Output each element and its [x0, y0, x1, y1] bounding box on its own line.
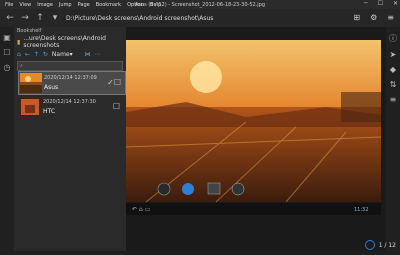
item-name: Asus — [44, 84, 59, 91]
up-arrow-icon[interactable]: ↑ — [34, 51, 39, 58]
image-viewer[interactable]: ↶ ⌂ ▭ 11:32 — [125, 27, 386, 251]
item-name: HTC — [43, 108, 56, 115]
bookmark-icon[interactable]: ◆ — [386, 65, 400, 74]
thumbnail-image — [19, 97, 41, 117]
folder-icon[interactable]: ▣ — [0, 33, 14, 42]
thumbnail-image — [20, 73, 42, 93]
back-arrow-icon[interactable]: ← — [5, 13, 15, 23]
up-arrow-icon[interactable]: ↑ — [35, 13, 45, 23]
list-icon[interactable]: ≡ — [386, 95, 400, 104]
title-bar: File View Image Jump Page Bookmark Optio… — [0, 0, 400, 9]
item-date: 2020/12/14 12:37:09 — [44, 75, 97, 81]
screenshot-image: ↶ ⌂ ▭ 11:32 — [125, 27, 386, 251]
refresh-icon[interactable]: ↻ — [43, 51, 48, 58]
page-counter: 1 / 12 — [378, 241, 396, 249]
menu-icon[interactable]: ≡ — [387, 13, 394, 22]
bookshelf-path[interactable]: ...ure\Desk screens\Android screenshots — [23, 35, 123, 49]
bookshelf-tools: ⌂ ← ↑ ↻ Name▾ ⋈ ⋯ — [14, 49, 126, 59]
sort-button[interactable]: Name▾ — [52, 51, 73, 58]
more-icon[interactable]: ⋯ — [95, 51, 101, 58]
close-icon[interactable]: ✕ — [393, 0, 398, 7]
home-icon[interactable]: ⌂ — [17, 51, 21, 58]
history-icon[interactable]: ◷ — [0, 63, 14, 72]
settings-icon[interactable]: ⚙ — [370, 13, 377, 22]
navigate-icon[interactable]: ➤ — [386, 50, 400, 59]
share-icon[interactable]: ⋈ — [85, 51, 91, 58]
check-icon[interactable]: ✓☐ — [107, 78, 121, 87]
back-arrow-icon[interactable]: ← — [25, 51, 30, 58]
history-icon[interactable]: ▾ — [50, 13, 60, 23]
search-input[interactable]: ⌕ — [17, 61, 123, 71]
bookshelf-panel: Bookshelf ▮ ...ure\Desk screens\Android … — [14, 27, 126, 251]
info-icon[interactable]: ⓘ — [386, 33, 400, 44]
toolbar: ← → ↑ ▾ D:\Picture\Desk screens\Android … — [0, 9, 400, 27]
checkbox-icon[interactable]: ☐ — [113, 102, 120, 111]
window-title: Asus (1 / 12) - Screenshot_2012-06-18-23… — [134, 1, 266, 8]
forward-arrow-icon[interactable]: → — [20, 13, 30, 23]
list-item[interactable]: 2020/12/14 12:37:09 Asus ✓☐ — [18, 71, 126, 95]
maximize-icon[interactable]: ☐ — [378, 0, 383, 7]
status-bar: 1 / 12 — [356, 239, 400, 251]
right-rail: ⓘ ➤ ◆ ⇅ ≡ — [386, 27, 400, 251]
item-date: 2020/12/14 12:37:30 — [43, 99, 96, 105]
bookshelf-title: Bookshelf — [17, 28, 42, 34]
bookmark-icon[interactable]: ☐ — [0, 48, 14, 57]
page-indicator-icon[interactable] — [364, 240, 375, 250]
minimize-icon[interactable]: ─ — [364, 0, 368, 7]
adjust-icon[interactable]: ⇅ — [386, 80, 400, 89]
svg-text:↶ ⌂ ▭: ↶ ⌂ ▭ — [132, 206, 150, 213]
list-item[interactable]: 2020/12/14 12:37:30 HTC ☐ — [18, 96, 124, 118]
phone-time: 11:32 — [354, 207, 368, 213]
pin-icon[interactable]: ⊞ — [353, 13, 360, 22]
folder-icon: ▮ — [17, 38, 21, 46]
path-bar[interactable]: D:\Picture\Desk screens\Android screensh… — [66, 15, 213, 22]
left-rail: ▣ ☐ ◷ — [0, 27, 14, 251]
